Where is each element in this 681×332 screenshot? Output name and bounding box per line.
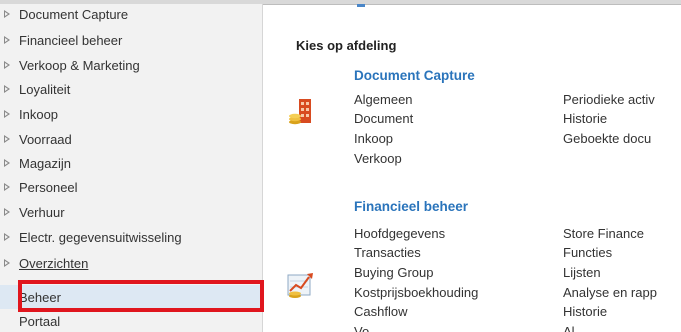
- link-periodieke-activ[interactable]: Periodieke activ: [563, 92, 655, 107]
- link-inkoop[interactable]: Inkoop: [354, 131, 393, 146]
- red-highlight-annotation: [18, 280, 264, 312]
- building-icon: [288, 97, 314, 127]
- link-lijsten[interactable]: Lijsten: [563, 265, 601, 280]
- link-functies[interactable]: Functies: [563, 245, 612, 260]
- sidebar-item-verkoop-marketing[interactable]: Verkoop & Marketing: [0, 54, 262, 76]
- expand-triangle-icon[interactable]: [4, 159, 10, 167]
- sidebar-item-magazijn[interactable]: Magazijn: [0, 152, 262, 174]
- sidebar-item-financieel-beheer[interactable]: Financieel beheer: [0, 29, 262, 51]
- sidebar-item-label: Overzichten: [19, 255, 89, 271]
- page-title: Kies op afdeling: [296, 38, 397, 53]
- link-document[interactable]: Document: [354, 111, 413, 126]
- link-hoofdgegevens[interactable]: Hoofdgegevens: [354, 226, 445, 241]
- sidebar-item-personeel[interactable]: Personeel: [0, 176, 262, 198]
- sidebar-item-document-capture[interactable]: Document Capture: [0, 4, 262, 25]
- sidebar-item-voorraad[interactable]: Voorraad: [0, 128, 262, 150]
- sidebar-item-label: Loyaliteit: [19, 81, 71, 97]
- link-partial-al[interactable]: Al: [563, 324, 575, 332]
- sidebar-item-label: Electr. gegevensuitwisseling: [19, 229, 182, 245]
- group-title-financieel-beheer[interactable]: Financieel beheer: [354, 199, 468, 214]
- link-store-finance[interactable]: Store Finance: [563, 226, 644, 241]
- sidebar-item-overzichten[interactable]: Overzichten: [0, 252, 262, 274]
- link-geboekte-docu[interactable]: Geboekte docu: [563, 131, 651, 146]
- link-partial-vo[interactable]: Vo: [354, 324, 369, 332]
- expand-triangle-icon[interactable]: [4, 110, 10, 118]
- link-transacties[interactable]: Transacties: [354, 245, 421, 260]
- sidebar-item-label: Portaal: [19, 313, 61, 329]
- link-buying-group[interactable]: Buying Group: [354, 265, 434, 280]
- link-cashflow[interactable]: Cashflow: [354, 304, 407, 319]
- sidebar-item-portaal[interactable]: Portaal: [0, 310, 262, 332]
- expand-triangle-icon[interactable]: [4, 233, 10, 241]
- sidebar-item-label: Personeel: [19, 179, 78, 195]
- expand-triangle-icon[interactable]: [4, 36, 10, 44]
- sidebar-item-label: Magazijn: [19, 155, 72, 171]
- link-verkoop[interactable]: Verkoop: [354, 151, 402, 166]
- link-historie-financieel[interactable]: Historie: [563, 304, 607, 319]
- expand-triangle-icon[interactable]: [4, 208, 10, 216]
- sidebar-item-label: Document Capture: [19, 6, 129, 22]
- link-analyse-en-rapp[interactable]: Analyse en rapp: [563, 285, 657, 300]
- link-algemeen[interactable]: Algemeen: [354, 92, 413, 107]
- sidebar-item-electr-gegevensuitwisseling[interactable]: Electr. gegevensuitwisseling: [0, 226, 262, 248]
- sidebar-item-label: Voorraad: [19, 131, 72, 147]
- sidebar-item-verhuur[interactable]: Verhuur: [0, 201, 262, 223]
- sidebar-item-label: Verhuur: [19, 204, 65, 220]
- expand-triangle-icon[interactable]: [4, 85, 10, 93]
- sidebar-item-inkoop[interactable]: Inkoop: [0, 103, 262, 125]
- link-historie[interactable]: Historie: [563, 111, 607, 126]
- group-title-document-capture[interactable]: Document Capture: [354, 68, 475, 83]
- expand-triangle-icon[interactable]: [4, 135, 10, 143]
- sidebar-item-label: Financieel beheer: [19, 32, 123, 48]
- sidebar-item-label: Inkoop: [19, 106, 59, 122]
- partial-link-fragment: [357, 4, 365, 7]
- sidebar-item-loyaliteit[interactable]: Loyaliteit: [0, 78, 262, 100]
- finance-chart-icon: [287, 269, 317, 299]
- expand-triangle-icon[interactable]: [4, 183, 10, 191]
- expand-triangle-icon[interactable]: [4, 10, 10, 18]
- expand-triangle-icon[interactable]: [4, 61, 10, 69]
- sidebar-item-label: Verkoop & Marketing: [19, 57, 140, 73]
- expand-triangle-icon[interactable]: [4, 259, 10, 267]
- department-content: Kies op afdeling Document Capture Algeme…: [263, 4, 681, 332]
- link-kostprijsboekhouding[interactable]: Kostprijsboekhouding: [354, 285, 478, 300]
